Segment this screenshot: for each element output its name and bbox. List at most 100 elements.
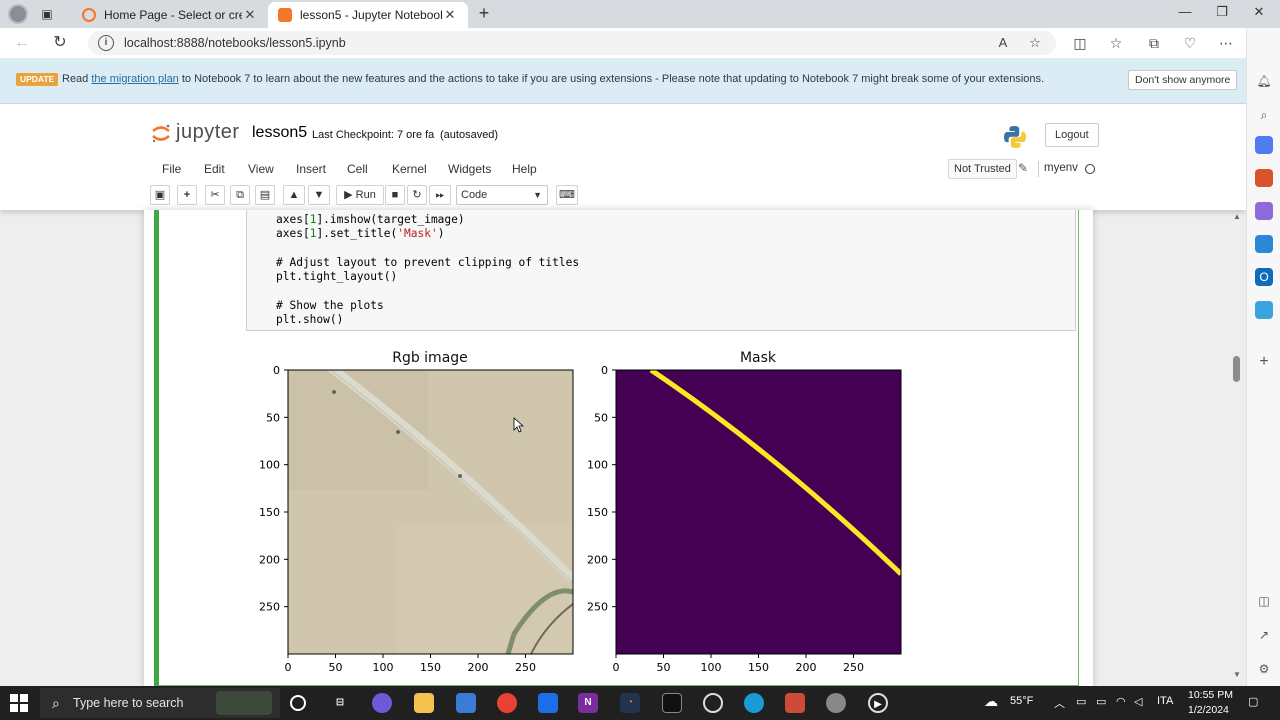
new-tab-button[interactable]: + <box>474 4 494 24</box>
menu-kernel[interactable]: Kernel <box>392 162 427 176</box>
favorites-icon[interactable]: ☆ <box>1106 33 1126 53</box>
kernel-idle-indicator-icon <box>1085 164 1095 174</box>
save-icon[interactable]: ▣ <box>150 185 170 205</box>
collections-icon[interactable]: ⧉ <box>1144 33 1164 53</box>
tab-lesson5[interactable]: lesson5 - Jupyter Notebook ✕ <box>268 2 468 28</box>
cortana-icon[interactable] <box>290 695 306 711</box>
rgb-xtick-label: 50 <box>329 661 343 674</box>
kernel-name[interactable]: myenv <box>1044 162 1078 174</box>
jupyter-logo[interactable]: jupyter <box>150 121 240 144</box>
mask-ytick-label: 150 <box>587 506 608 519</box>
url-field[interactable]: i localhost:8888/notebooks/lesson5.ipynb… <box>88 31 1056 55</box>
clock-date[interactable]: 1/2/2024 <box>1188 704 1229 716</box>
tray-app-icon[interactable]: ▭ <box>1076 695 1086 708</box>
menu-edit[interactable]: Edit <box>204 162 225 176</box>
browser-essentials-icon[interactable]: ♡ <box>1180 33 1200 53</box>
notifications-icon[interactable]: ▢ <box>1248 695 1258 708</box>
app-icon-2[interactable] <box>538 693 558 713</box>
read-aloud-icon[interactable]: A <box>994 34 1012 52</box>
refresh-icon[interactable]: ↻ <box>50 33 70 53</box>
not-trusted-button[interactable]: Not Trusted <box>948 159 1017 179</box>
microsoft365-icon[interactable] <box>1255 235 1273 253</box>
menu-widgets[interactable]: Widgets <box>448 162 491 176</box>
anaconda-icon[interactable]: ◔ <box>620 693 640 713</box>
cut-icon[interactable]: ✂ <box>205 185 225 205</box>
media-player-icon[interactable]: ▶ <box>868 693 888 713</box>
store-icon[interactable] <box>456 693 476 713</box>
menu-file[interactable]: File <box>162 162 181 176</box>
more-menu-icon[interactable]: ⋯ <box>1216 33 1236 53</box>
command-palette-icon[interactable]: ⌨ <box>556 185 578 205</box>
add-sidebar-icon[interactable]: + <box>1255 353 1273 371</box>
games-icon[interactable] <box>1255 202 1273 220</box>
close-window-icon[interactable]: ✕ <box>1244 4 1274 22</box>
wifi-icon[interactable]: ◠ <box>1116 695 1126 708</box>
input-language[interactable]: ITA <box>1157 695 1173 707</box>
taskbar-search-box[interactable]: ⌕ Type here to search <box>40 688 280 718</box>
mask-xtick-label: 200 <box>796 661 817 674</box>
mask-ytick-label: 250 <box>587 601 608 614</box>
scrollbar-thumb[interactable] <box>1233 356 1240 382</box>
search-icon[interactable]: ⌕ <box>1255 106 1273 124</box>
update-banner: UPDATE Read the migration plan to Notebo… <box>0 58 1246 104</box>
clock-time[interactable]: 10:55 PM <box>1188 689 1233 701</box>
close-tab-icon[interactable]: ✕ <box>242 7 258 23</box>
app-icon-3[interactable] <box>785 693 805 713</box>
search-icon: ⌕ <box>52 695 60 711</box>
weather-temp[interactable]: 55°F <box>1010 695 1033 707</box>
edit-pencil-icon[interactable]: ✎ <box>1018 161 1028 175</box>
minimize-icon[interactable]: — <box>1170 4 1200 22</box>
settings-gear-icon[interactable]: ⚙ <box>1255 660 1273 678</box>
profile-avatar[interactable] <box>8 4 28 24</box>
logout-button[interactable]: Logout <box>1045 123 1099 147</box>
tab-actions-icon[interactable]: ▣ <box>38 6 56 22</box>
mask-xtick-label: 0 <box>613 661 620 674</box>
app-icon-4[interactable] <box>826 693 846 713</box>
favorite-star-icon[interactable]: ☆ <box>1026 34 1044 52</box>
menu-insert[interactable]: Insert <box>296 162 326 176</box>
menu-view[interactable]: View <box>248 162 274 176</box>
tray-chevron-icon[interactable]: ︿ <box>1054 695 1065 711</box>
search-placeholder: Type here to search <box>73 696 184 710</box>
drop-icon[interactable] <box>1255 301 1273 319</box>
checkpoint-status: Last Checkpoint: 7 ore fa <box>312 129 435 141</box>
weather-cloud-icon[interactable]: ☁ <box>984 693 998 710</box>
task-view-icon[interactable]: ⊟ <box>330 693 350 713</box>
copy-icon[interactable]: ⧉ <box>230 185 250 205</box>
outlook-icon[interactable]: O <box>1255 268 1273 286</box>
edge-icon[interactable] <box>744 693 764 713</box>
close-tab-icon[interactable]: ✕ <box>442 7 458 23</box>
file-explorer-icon[interactable] <box>414 693 434 713</box>
shopping-icon[interactable] <box>1255 136 1273 154</box>
site-info-icon[interactable]: i <box>98 35 114 51</box>
insert-cell-icon[interactable]: + <box>177 185 197 205</box>
migration-plan-link[interactable]: the migration plan <box>91 73 178 85</box>
tab-home-page[interactable]: Home Page - Select or create a n ✕ <box>72 2 268 28</box>
battery-icon[interactable]: ▭ <box>1096 695 1106 708</box>
sidebar-layout-icon[interactable]: ◫ <box>1255 592 1273 610</box>
bell-icon[interactable]: 🔔︎ <box>1255 72 1273 90</box>
kernel-separator <box>1038 161 1039 177</box>
onenote-icon[interactable]: N <box>578 693 598 713</box>
page-scrollbar[interactable]: ▲ ▼ <box>1230 58 1244 686</box>
chrome-icon[interactable] <box>497 693 517 713</box>
jupyter-wordmark: jupyter <box>176 121 240 143</box>
scroll-up-icon[interactable]: ▲ <box>1233 212 1241 221</box>
code-input-area[interactable]: axes[1].imshow(target_image) axes[1].set… <box>246 210 1076 331</box>
paste-icon[interactable]: ▤ <box>255 185 275 205</box>
dont-show-anymore-button[interactable]: Don't show anymore <box>1128 70 1238 90</box>
volume-icon[interactable]: ◁ <box>1134 695 1142 708</box>
back-icon[interactable]: ← <box>12 33 32 53</box>
menu-cell[interactable]: Cell <box>347 162 368 176</box>
notebook-name[interactable]: lesson5 <box>252 124 307 142</box>
clock-app-icon[interactable] <box>703 693 723 713</box>
scroll-down-icon[interactable]: ▼ <box>1233 670 1241 679</box>
terminal-icon[interactable] <box>662 693 682 713</box>
app-icon-1[interactable] <box>372 693 392 713</box>
maximize-icon[interactable]: ❐ <box>1207 4 1237 22</box>
split-screen-icon[interactable]: ◫ <box>1070 33 1090 53</box>
windows-start-icon[interactable] <box>10 694 28 712</box>
menu-help[interactable]: Help <box>512 162 537 176</box>
external-link-icon[interactable]: ↗ <box>1255 626 1273 644</box>
tools-icon[interactable] <box>1255 169 1273 187</box>
